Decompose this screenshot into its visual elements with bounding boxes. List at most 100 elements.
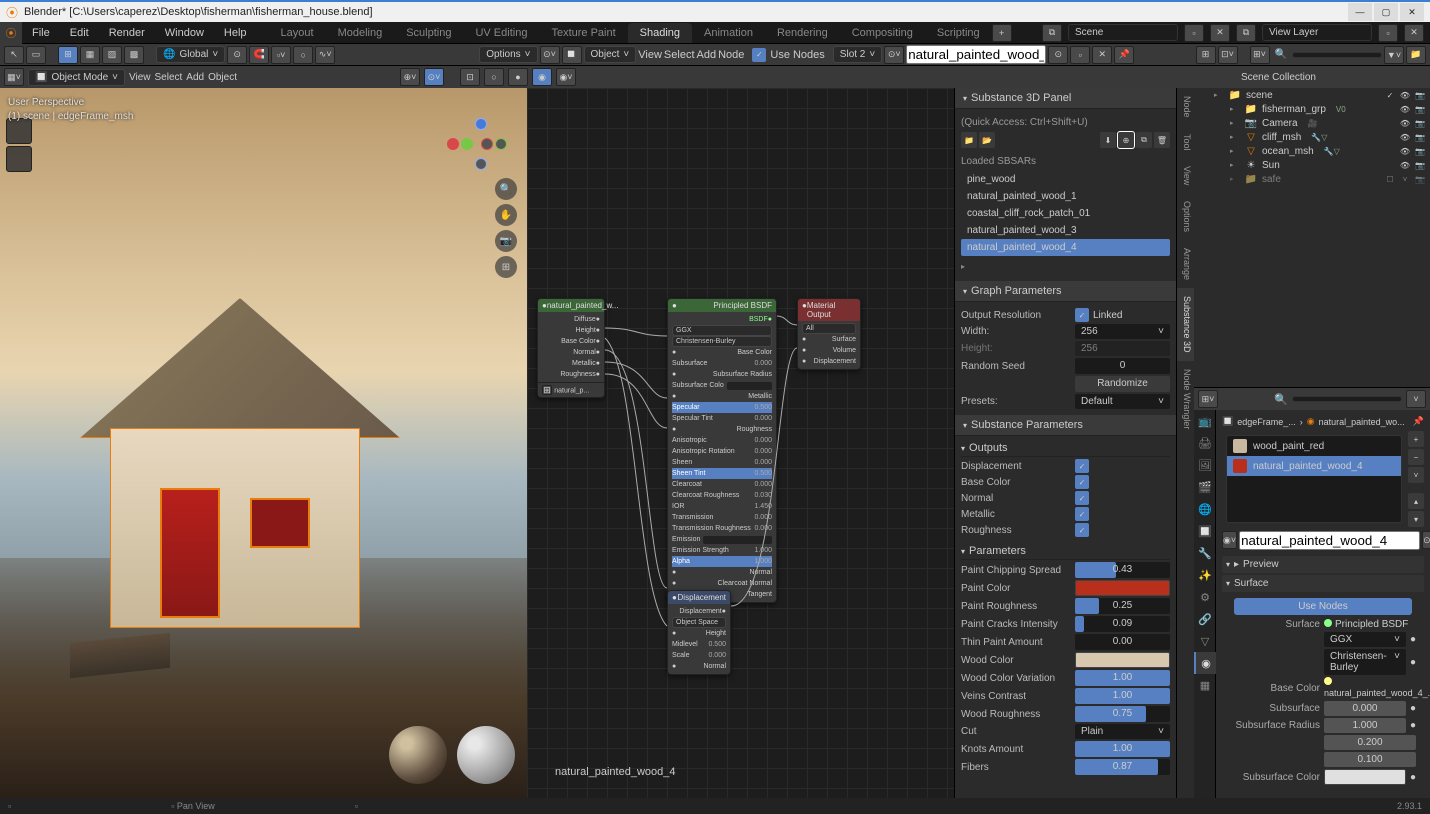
mat-new-icon[interactable]: ▫ [1070,46,1090,64]
tab-texture-paint[interactable]: Texture Paint [539,23,627,43]
side-tab-options[interactable]: Options [1177,193,1194,240]
width-dropdown[interactable]: 256˅ [1075,324,1170,339]
mat-remove-icon[interactable]: − [1408,449,1424,465]
editor-type-icon[interactable]: ▦˅ [4,68,24,86]
mat-browse-icon[interactable]: ⊙˅ [884,46,904,64]
proportional-icon[interactable]: ○ [293,46,313,64]
side-tab-tool[interactable]: Tool [1177,126,1194,159]
prop-search[interactable] [1292,396,1402,402]
snap-grid-icon[interactable]: ⊞ [58,46,78,64]
solid-icon[interactable]: ● [508,68,528,86]
side-tab-view[interactable]: View [1177,158,1194,193]
maximize-button[interactable]: ▢ [1374,3,1398,21]
param-slider[interactable]: 0.00 [1075,634,1170,650]
tab-rendering[interactable]: Rendering [765,23,840,43]
tab-modeling[interactable]: Modeling [326,23,395,43]
sbsar-duplicate-icon[interactable]: ⧉ [1136,132,1152,148]
surface-shader[interactable]: Principled BSDF [1335,619,1408,630]
prop-tab-physics[interactable]: ⚙ [1194,586,1216,608]
output-checkbox[interactable]: ✓ [1075,491,1089,505]
mat-unpin-icon[interactable]: 📌 [1114,46,1134,64]
prop-editor-icon[interactable]: ⊞˅ [1198,390,1218,408]
prop-options-icon[interactable]: ˅ [1406,390,1426,408]
vp-object[interactable]: Object [208,72,237,83]
tab-scripting[interactable]: Scripting [925,23,992,43]
vp-gizmo-icon[interactable]: ⊕˅ [400,68,420,86]
param-dropdown[interactable]: Plain˅ [1075,724,1170,739]
node-select[interactable]: Select [664,49,695,61]
menu-window[interactable]: Window [155,27,214,39]
param-slider[interactable]: 1.00 [1075,688,1170,704]
output-checkbox[interactable]: ✓ [1075,523,1089,537]
slot-dropdown[interactable]: Slot 2 ˅ [833,46,882,63]
prop-tab-output[interactable]: 🖨 [1194,432,1216,454]
magnet-icon[interactable]: 🧲 [249,46,269,64]
node-add[interactable]: Add [697,49,717,61]
cursor-icon[interactable]: ↖ [4,46,24,64]
vp-view[interactable]: View [129,72,151,83]
randomize-button[interactable]: Randomize [1075,376,1170,392]
tab-sculpting[interactable]: Sculpting [394,23,463,43]
outliner-display-icon[interactable]: ⊞˅ [1250,46,1270,64]
prop-tab-mesh[interactable]: ▽ [1194,630,1216,652]
scene-name-input[interactable] [1068,24,1178,41]
object-data-dropdown[interactable]: Object ˅ [584,46,637,63]
snap-node-icon[interactable]: ⊡˅ [1218,46,1238,64]
sbsar-download-icon[interactable]: ⬇ [1100,132,1116,148]
layer-del[interactable]: ✕ [1404,24,1424,42]
render-icon[interactable]: ◉˅ [556,68,576,86]
mode-dropdown[interactable]: 🔲 Object Mode ˅ [28,69,125,86]
prop-tab-texture[interactable]: ▦ [1194,674,1216,696]
linked-checkbox[interactable]: ✓ [1075,308,1089,322]
sbsar-item[interactable]: natural_painted_wood_1 [961,188,1170,205]
sbsar-item[interactable]: natural_painted_wood_4 [961,239,1170,256]
ortho-icon[interactable]: ⊞ [495,256,517,278]
viewport-3d[interactable]: User Perspective (1) scene | edgeFrame_m… [0,88,527,798]
substance-params-title[interactable]: Substance Parameters [955,415,1176,436]
sbsar-item[interactable]: natural_painted_wood_3 [961,222,1170,239]
prop-tab-world[interactable]: 🌐 [1194,498,1216,520]
side-tab-substance-3d[interactable]: Substance 3D [1177,288,1194,361]
output-checkbox[interactable]: ✓ [1075,459,1089,473]
param-slider[interactable]: 0.43 [1075,562,1170,578]
use-nodes-checkbox[interactable]: ✓Use Nodes [752,48,824,62]
node-view[interactable]: View [638,49,662,61]
add-workspace-button[interactable]: + [992,24,1012,42]
outliner-item[interactable]: ocean_msh [1262,146,1314,157]
node-texture[interactable]: ●natural_painted_w... Diffuse ●Height ●B… [537,298,605,398]
xray-icon[interactable]: ⊡ [460,68,480,86]
close-button[interactable]: ✕ [1400,3,1424,21]
output-checkbox[interactable]: ✓ [1075,475,1089,489]
mat-menu-icon[interactable]: ˅ [1408,467,1424,483]
node-material-output[interactable]: ●Material Output All ● Surface ● Volume … [797,298,861,370]
output-checkbox[interactable]: ✓ [1075,507,1089,521]
prop-tab-scene[interactable]: 🎬 [1194,476,1216,498]
substance-panel-title[interactable]: Substance 3D Panel [955,88,1176,109]
tab-shading[interactable]: Shading [628,23,692,43]
side-tab-node-wrangler[interactable]: Node Wrangler [1177,361,1194,437]
param-slider[interactable]: 0.75 [1075,706,1170,722]
prop-tab-modifier[interactable]: 🔧 [1194,542,1216,564]
node-editor-type-icon[interactable]: ⊙˅ [540,46,560,64]
side-tab-node[interactable]: Node [1177,88,1194,126]
subsurf-dropdown[interactable]: Christensen-Burley˅ [1324,649,1406,675]
orientation-dropdown[interactable]: 🌐 Global ˅ [156,46,225,63]
prop-tab-object[interactable]: 🔲 [1194,520,1216,542]
prop-tab-particle[interactable]: ✨ [1194,564,1216,586]
mat-link-icon[interactable]: ◉˅ [1222,531,1237,549]
node-bsdf[interactable]: ●Principled BSDF BSDF ● GGX Christensen-… [667,298,777,603]
side-tab-arrange[interactable]: Arrange [1177,240,1194,288]
pivot-icon[interactable]: ⊙ [227,46,247,64]
material-name-input[interactable] [906,45,1046,64]
menu-help[interactable]: Help [214,27,257,39]
falloff-icon[interactable]: ∿˅ [315,46,335,64]
wire-icon[interactable]: ○ [484,68,504,86]
img-browse-icon[interactable]: ⊞ [542,385,552,395]
layer-new[interactable]: ▫ [1378,24,1398,42]
options-dropdown[interactable]: Options ˅ [479,46,537,63]
tool-cursor[interactable] [6,146,32,172]
snap-face-icon[interactable]: ▩ [124,46,144,64]
tab-layout[interactable]: Layout [269,23,326,43]
sbsar-item[interactable]: pine_wood [961,171,1170,188]
param-slider[interactable]: 1.00 [1075,741,1170,757]
